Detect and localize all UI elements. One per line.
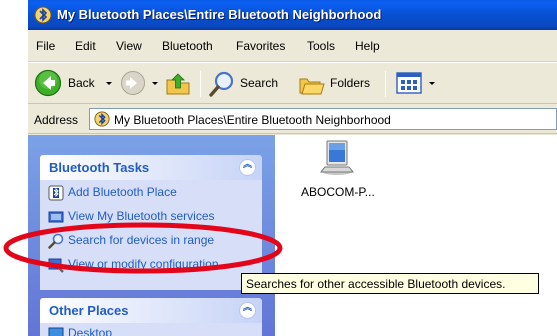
toolbar-separator — [385, 71, 386, 97]
desktop-link[interactable]: Desktop — [68, 326, 112, 336]
search-icon[interactable] — [208, 70, 236, 98]
address-input[interactable]: My Bluetooth Places\Entire Bluetooth Nei… — [89, 108, 557, 130]
modify-configuration-link[interactable]: View or modify configuration — [68, 257, 219, 271]
menu-help[interactable]: Help — [355, 39, 380, 53]
menu-file[interactable]: File — [36, 39, 55, 53]
search-tooltip: Searches for other accessible Bluetooth … — [241, 273, 539, 294]
menu-view[interactable]: View — [116, 39, 142, 53]
content-pane: ABOCOM-P... — [275, 135, 557, 336]
menu-bar: File Edit View Bluetooth Favorites Tools… — [28, 30, 557, 62]
bluetooth-tasks-panel: Bluetooth Tasks ︽ Add Bluetooth Place Vi… — [40, 155, 262, 290]
bluetooth-places-icon — [94, 111, 110, 127]
collapse-chevron-icon[interactable]: ︽ — [239, 159, 256, 176]
forward-dropdown-icon[interactable] — [152, 82, 158, 85]
other-places-list: Desktop — [40, 323, 262, 336]
device-label: ABOCOM-P... — [301, 185, 375, 199]
bluetooth-tasks-list: Add Bluetooth Place View My Bluetooth se… — [40, 180, 262, 290]
toolbar-separator — [200, 71, 201, 97]
folders-icon[interactable] — [298, 71, 326, 97]
back-dropdown-icon[interactable] — [106, 82, 112, 85]
forward-arrow-icon[interactable] — [120, 70, 146, 96]
bluetooth-place-icon — [48, 185, 64, 201]
other-places-title: Other Places — [49, 303, 129, 318]
window-title: My Bluetooth Places\Entire Bluetooth Nei… — [57, 7, 382, 22]
view-bluetooth-services-link[interactable]: View My Bluetooth services — [68, 209, 215, 223]
collapse-chevron-icon[interactable]: ︽ — [239, 302, 256, 319]
bluetooth-tasks-title: Bluetooth Tasks — [49, 160, 150, 175]
back-arrow-icon[interactable] — [34, 69, 62, 97]
desktop-icon — [48, 327, 64, 336]
bluetooth-places-icon — [34, 6, 52, 24]
title-bar[interactable]: My Bluetooth Places\Entire Bluetooth Nei… — [28, 0, 557, 30]
views-icon[interactable] — [396, 72, 422, 94]
views-dropdown-icon[interactable] — [429, 82, 435, 85]
configuration-icon — [48, 258, 64, 273]
explorer-body: Bluetooth Tasks ︽ Add Bluetooth Place Vi… — [28, 135, 557, 336]
folders-button-label[interactable]: Folders — [330, 76, 370, 90]
search-devices-link[interactable]: Search for devices in range — [68, 233, 214, 247]
toolbar: Back Search Folders — [28, 62, 557, 104]
address-value: My Bluetooth Places\Entire Bluetooth Nei… — [114, 113, 391, 127]
up-folder-icon[interactable] — [164, 70, 192, 96]
menu-favorites[interactable]: Favorites — [236, 39, 285, 53]
menu-bluetooth[interactable]: Bluetooth — [162, 39, 213, 53]
search-button-label[interactable]: Search — [240, 76, 278, 90]
menu-edit[interactable]: Edit — [75, 39, 96, 53]
address-bar: Address My Bluetooth Places\Entire Bluet… — [28, 104, 557, 134]
search-magnifier-icon — [48, 233, 64, 249]
menu-tools[interactable]: Tools — [307, 39, 335, 53]
other-places-panel: Other Places ︽ Desktop — [40, 298, 262, 336]
computer-device-icon — [319, 140, 355, 175]
services-icon — [48, 211, 64, 223]
back-button-label[interactable]: Back — [68, 76, 95, 90]
task-pane: Bluetooth Tasks ︽ Add Bluetooth Place Vi… — [28, 135, 275, 336]
other-places-header[interactable]: Other Places ︽ — [40, 298, 262, 323]
add-bluetooth-place-link[interactable]: Add Bluetooth Place — [68, 185, 177, 199]
bluetooth-tasks-header[interactable]: Bluetooth Tasks ︽ — [40, 155, 262, 180]
address-label: Address — [34, 113, 79, 127]
